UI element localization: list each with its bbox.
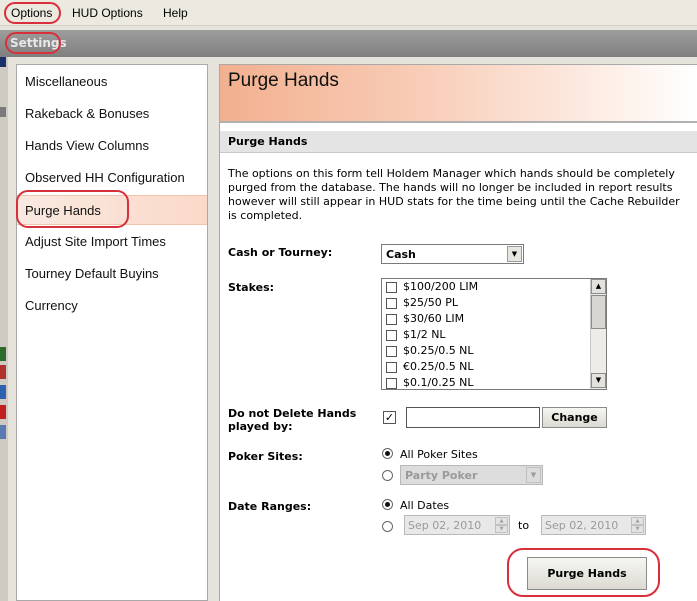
all-dates-radio[interactable]	[382, 499, 393, 510]
settings-title-bar: Settings	[0, 30, 697, 57]
menu-options[interactable]: Options	[11, 6, 52, 20]
poker-site-select[interactable]: Party Poker ▼	[400, 465, 543, 485]
nav-item-adjust-site-import-times[interactable]: Adjust Site Import Times	[17, 227, 207, 257]
nav-item-miscellaneous[interactable]: Miscellaneous	[17, 67, 207, 97]
specific-site-radio[interactable]	[382, 470, 393, 481]
stake-checkbox[interactable]	[386, 330, 397, 341]
cash-or-tourney-select[interactable]: Cash ▼	[381, 244, 524, 264]
nav-item-rakeback-bonuses[interactable]: Rakeback & Bonuses	[17, 99, 207, 129]
scroll-down-icon[interactable]: ▼	[591, 373, 606, 388]
all-dates-label: All Dates	[400, 499, 450, 512]
all-poker-sites-label: All Poker Sites	[400, 448, 478, 461]
menu-hud-options[interactable]: HUD Options	[72, 6, 143, 20]
nav-item-tourney-default-buyins[interactable]: Tourney Default Buyins	[17, 259, 207, 289]
poker-sites-label: Poker Sites:	[228, 450, 303, 463]
do-not-delete-label: Do not Delete Hands played by:	[228, 407, 357, 433]
chevron-down-icon[interactable]: ▼	[507, 246, 522, 262]
spin-down-icon[interactable]: ▼	[631, 525, 644, 533]
menu-bar: Options HUD Options Help	[0, 0, 697, 26]
date-ranges-label: Date Ranges:	[228, 500, 312, 513]
date-range-radio[interactable]	[382, 521, 393, 532]
spin-up-icon[interactable]: ▲	[631, 517, 644, 525]
to-date-value: Sep 02, 2010	[545, 519, 619, 532]
description-text: The options on this form tell Holdem Man…	[228, 167, 680, 222]
nav-item-currency[interactable]: Currency	[17, 291, 207, 321]
nav-item-purge-hands[interactable]: Purge Hands	[17, 195, 207, 225]
stake-checkbox[interactable]	[386, 282, 397, 293]
all-poker-sites-radio[interactable]	[382, 448, 393, 459]
page-title: Purge Hands	[228, 70, 339, 91]
stake-checkbox[interactable]	[386, 346, 397, 357]
stakes-label: Stakes:	[228, 281, 275, 294]
change-button[interactable]: Change	[542, 407, 607, 428]
from-date-value: Sep 02, 2010	[408, 519, 482, 532]
purge-hands-panel: Purge Hands Purge Hands The options on t…	[219, 64, 697, 601]
stakes-scrollbar[interactable]: ▲ ▼	[590, 279, 606, 389]
cash-or-tourney-value: Cash	[386, 248, 416, 261]
player-name-field[interactable]	[406, 407, 540, 428]
background-window-edge	[0, 57, 8, 601]
stake-checkbox[interactable]	[386, 378, 397, 389]
nav-item-hands-view-columns[interactable]: Hands View Columns	[17, 131, 207, 161]
settings-title: Settings	[10, 36, 67, 50]
cash-or-tourney-label: Cash or Tourney:	[228, 246, 333, 259]
settings-nav: Miscellaneous Rakeback & Bonuses Hands V…	[16, 64, 208, 601]
menu-help[interactable]: Help	[163, 6, 188, 20]
stake-checkbox[interactable]	[386, 362, 397, 373]
stake-checkbox[interactable]	[386, 298, 397, 309]
section-header: Purge Hands	[220, 131, 697, 153]
purge-hands-button[interactable]: Purge Hands	[527, 557, 647, 590]
to-label: to	[518, 519, 530, 532]
do-not-delete-checkbox[interactable]: ✓	[383, 411, 396, 424]
section-title: Purge Hands	[228, 135, 308, 148]
stakes-list[interactable]: $100/200 LIM $25/50 PL $30/60 LIM $1/2 N…	[381, 278, 607, 390]
scrollbar-thumb[interactable]	[591, 295, 606, 329]
scroll-up-icon[interactable]: ▲	[591, 279, 606, 294]
from-date-picker[interactable]: Sep 02, 2010 ▲ ▼	[404, 515, 510, 535]
spin-down-icon[interactable]: ▼	[495, 525, 508, 533]
stake-checkbox[interactable]	[386, 314, 397, 325]
to-date-picker[interactable]: Sep 02, 2010 ▲ ▼	[541, 515, 646, 535]
spin-up-icon[interactable]: ▲	[495, 517, 508, 525]
poker-site-value: Party Poker	[405, 469, 478, 482]
content-header: Purge Hands	[220, 65, 697, 123]
nav-item-observed-hh-configuration[interactable]: Observed HH Configuration	[17, 163, 207, 193]
chevron-down-icon[interactable]: ▼	[526, 467, 541, 483]
